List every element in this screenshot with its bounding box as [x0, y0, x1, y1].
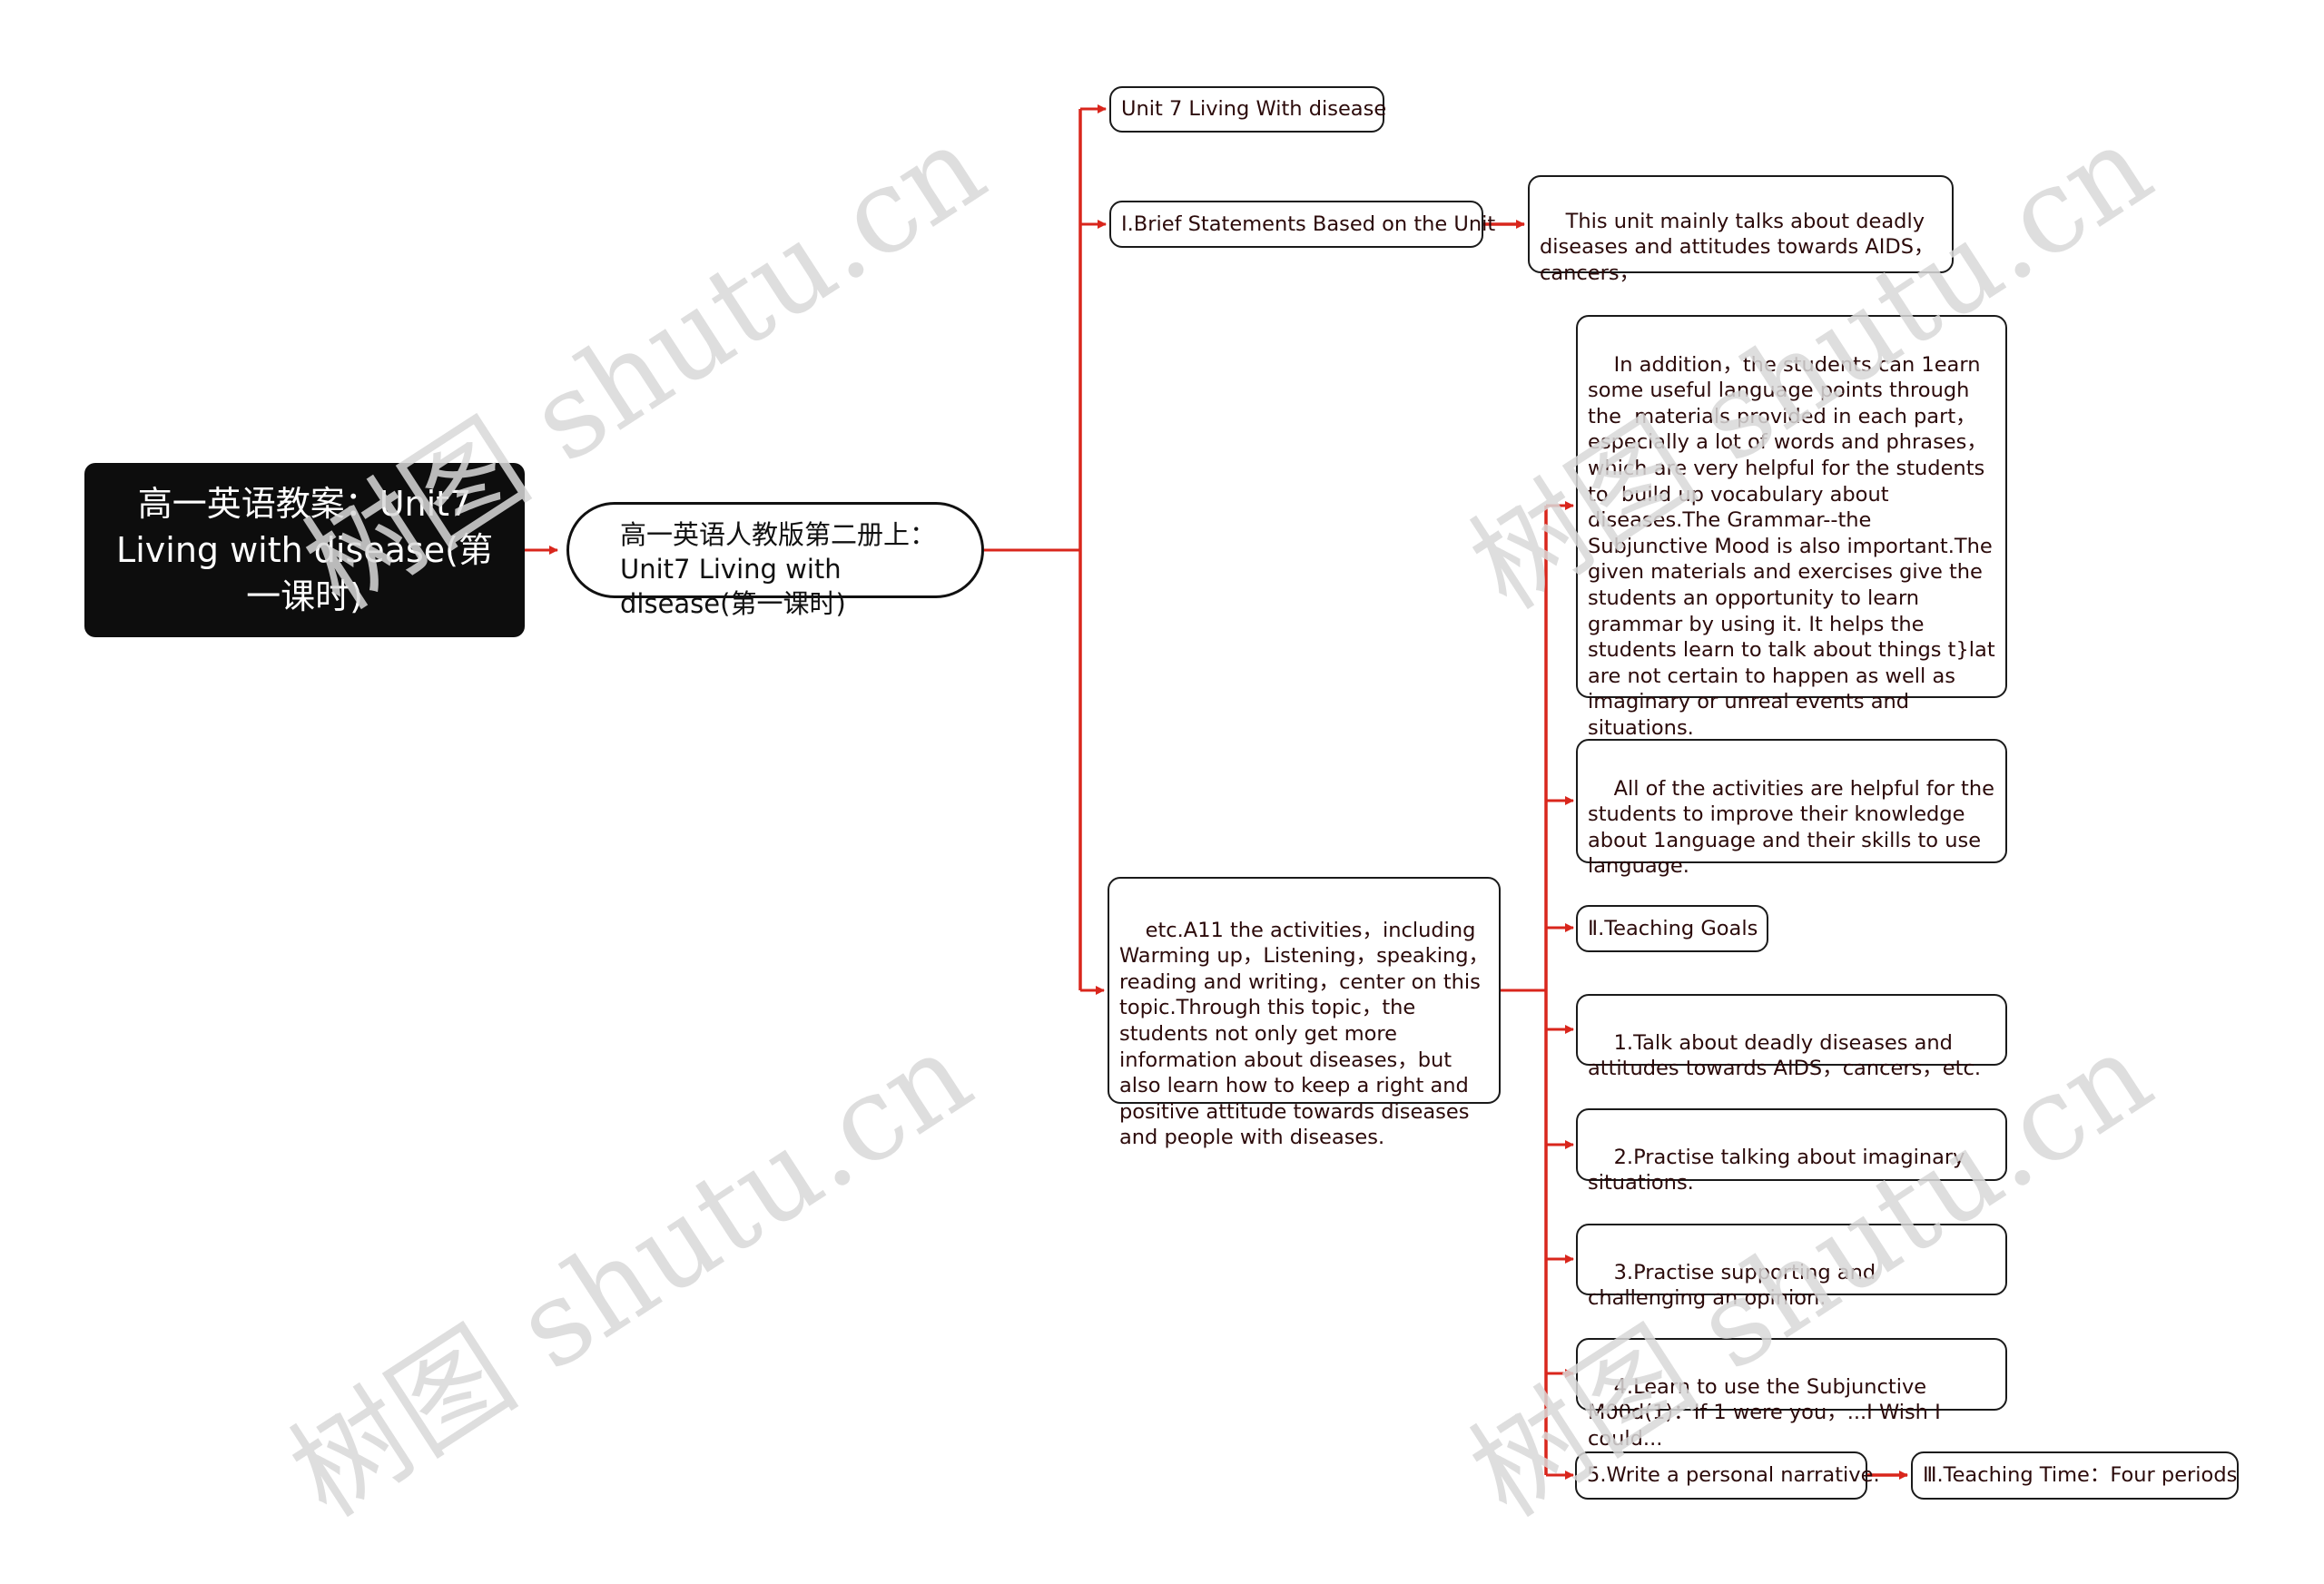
node-activity-child-label: All of the activities are helpful for th…	[1588, 776, 2002, 879]
root-node-label: 高一英语教案：Unit7 Living with disease(第一课时)	[116, 483, 493, 616]
topic-node[interactable]: 高一英语人教版第二册上：Unit7 Living with disease(第一…	[566, 502, 984, 619]
node-teaching-goals-label: Ⅱ.Teaching Goals	[1588, 916, 1758, 940]
node-teaching-goals[interactable]: Ⅱ.Teaching Goals	[1576, 905, 1768, 952]
node-teaching-time[interactable]: Ⅲ.Teaching Time：Four periods	[1911, 1451, 2239, 1500]
node-activity-child-0[interactable]: In addition，the students can 1earn some …	[1576, 315, 2007, 740]
node-brief-detail[interactable]: This unit mainly talks about deadly dise…	[1528, 175, 1954, 285]
node-brief-statements-label: I.Brief Statements Based on the Unit	[1121, 212, 1496, 236]
node-goal-3[interactable]: 3.Practise supporting and challenging an…	[1576, 1224, 2007, 1310]
node-activity-child-label: In addition，the students can 1earn some …	[1588, 352, 2002, 740]
node-teaching-time-label: Ⅲ.Teaching Time：Four periods	[1923, 1463, 2238, 1488]
node-goal-label: 5.Write a personal narrative.	[1587, 1463, 1880, 1488]
node-goal-label: 1.Talk about deadly diseases and attitud…	[1588, 1030, 1981, 1081]
node-activities-summary-label: etc.A11 the activities，including Warming…	[1119, 918, 1490, 1150]
node-goal-4[interactable]: 4.Learn to use the Subjunctive M00d(1)：I…	[1576, 1338, 2007, 1451]
node-goal-5[interactable]: 5.Write a personal narrative.	[1575, 1451, 1880, 1500]
node-activity-child-1[interactable]: All of the activities are helpful for th…	[1576, 739, 2007, 878]
node-activities-summary[interactable]: etc.A11 the activities，including Warming…	[1108, 877, 1501, 1149]
mindmap-canvas: 高一英语教案：Unit7 Living with disease(第一课时) 高…	[0, 0, 2324, 1584]
node-unit-title-label: Unit 7 Living With disease	[1121, 97, 1387, 122]
node-unit-title[interactable]: Unit 7 Living With disease	[1109, 86, 1387, 133]
root-node[interactable]: 高一英语教案：Unit7 Living with disease(第一课时)	[84, 463, 525, 637]
node-goal-2[interactable]: 2.Practise talking about imaginary situa…	[1576, 1108, 2007, 1195]
node-brief-statements[interactable]: I.Brief Statements Based on the Unit	[1109, 201, 1495, 248]
node-goal-1[interactable]: 1.Talk about deadly diseases and attitud…	[1576, 994, 2007, 1080]
